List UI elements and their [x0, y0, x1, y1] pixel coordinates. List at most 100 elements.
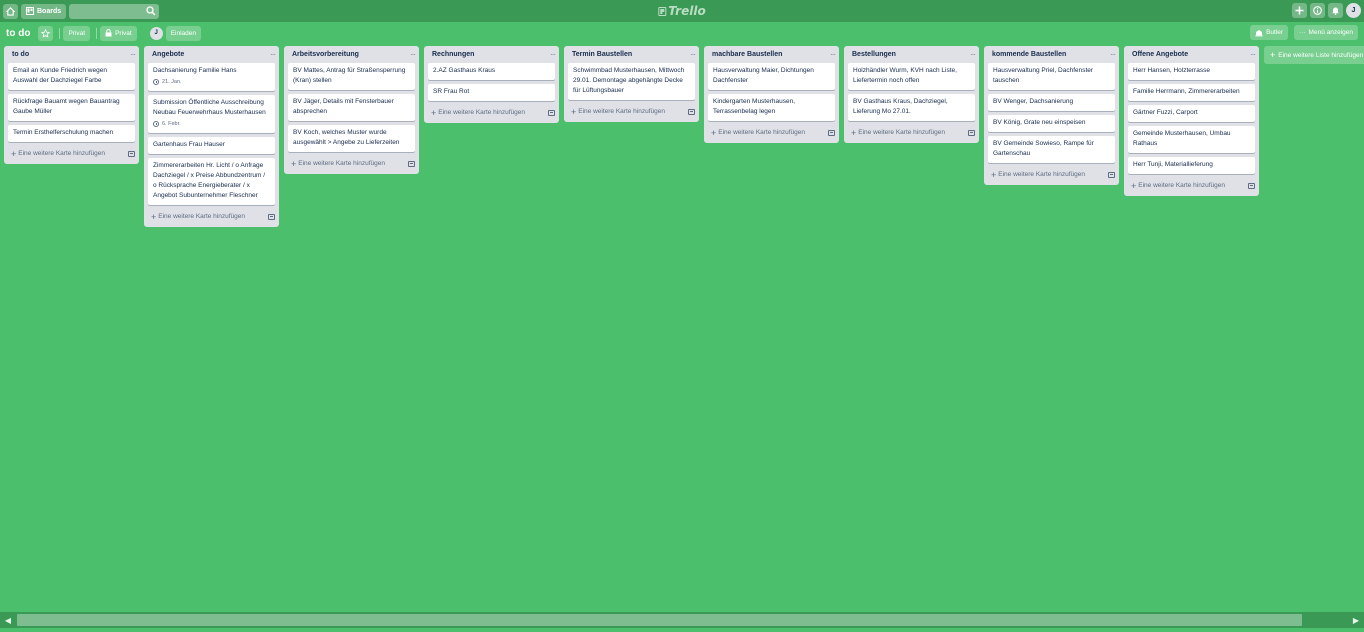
list-title[interactable]: machbare Baustellen — [712, 51, 782, 58]
list-title[interactable]: kommende Baustellen — [992, 51, 1066, 58]
card[interactable]: Herr Hansen, Holzterrasse — [1128, 63, 1255, 80]
list-title[interactable]: Rechnungen — [432, 51, 474, 58]
card[interactable]: Submission Öffentliche Ausschreibung Neu… — [148, 95, 275, 133]
card-template-icon[interactable] — [268, 213, 275, 220]
card[interactable]: Familie Herrmann, Zimmererarbeiten — [1128, 84, 1255, 101]
card[interactable]: Email an Kunde Friedrich wegen Auswahl d… — [8, 63, 135, 90]
trello-logo[interactable]: Trello — [658, 4, 706, 18]
privacy-button[interactable]: Privat — [100, 25, 137, 41]
list-title[interactable]: Arbeitsvorbereitung — [292, 51, 359, 58]
list[interactable]: Bestellungen ··· Holzhändler Wurm, KVH nac… — [844, 46, 979, 143]
card[interactable]: 2.AZ Gasthaus Kraus — [428, 63, 555, 80]
user-avatar[interactable]: J — [1346, 3, 1361, 18]
add-card-button[interactable]: + Eine weitere Karte hinzufügen — [571, 107, 665, 117]
list-title[interactable]: Angebote — [152, 51, 184, 58]
add-card-button[interactable]: + Eine weitere Karte hinzufügen — [711, 128, 805, 138]
list[interactable]: Offene Angebote ··· Herr Hansen, Holzterra… — [1124, 46, 1259, 196]
list[interactable]: Arbeitsvorbereitung ··· BV Mattes, Antrag … — [284, 46, 419, 174]
info-button[interactable] — [1310, 3, 1325, 18]
card-template-icon[interactable] — [128, 150, 135, 157]
star-button[interactable] — [38, 25, 54, 41]
card[interactable]: BV Gasthaus Kraus, Dachziegel, Lieferung… — [848, 94, 975, 121]
list[interactable]: Termin Baustellen ··· Schwimmbad Musterhau… — [564, 46, 699, 122]
card[interactable]: Gärtner Fuzzi, Carport — [1128, 105, 1255, 122]
show-menu-label: Menü anzeigen — [1308, 29, 1353, 36]
card[interactable]: BV König, Grate neu einspeisen — [988, 115, 1115, 132]
trello-logo-text: Trello — [668, 4, 706, 18]
add-list-button[interactable]: + Eine weitere Liste hinzufügen — [1264, 46, 1364, 64]
home-button[interactable] — [3, 3, 18, 19]
list-menu-icon[interactable]: ··· — [970, 50, 976, 59]
list-menu-icon[interactable]: ··· — [1110, 50, 1116, 59]
list-menu-icon[interactable]: ··· — [130, 50, 136, 59]
card[interactable]: Gemeinde Musterhausen, Umbau Rathaus — [1128, 126, 1255, 153]
card[interactable]: Herr Tunji, Materiallieferung — [1128, 157, 1255, 174]
card[interactable]: Kindergarten Musterhausen, Terrassenbela… — [708, 94, 835, 121]
card[interactable]: Hausverwaltung Maier, Dichtungen Dachfen… — [708, 63, 835, 90]
list[interactable]: kommende Baustellen ··· Hausverwaltung Pri… — [984, 46, 1119, 185]
add-card-button[interactable]: + Eine weitere Karte hinzufügen — [151, 212, 245, 222]
card[interactable]: Dachsanierung Familie Hans 21. Jan. — [148, 63, 275, 91]
add-card-button[interactable]: + Eine weitere Karte hinzufügen — [1131, 181, 1225, 191]
invite-button[interactable]: Einladen — [165, 25, 201, 41]
plus-icon: + — [1131, 180, 1137, 191]
card-template-icon[interactable] — [828, 129, 835, 136]
list[interactable]: Angebote ··· Dachsanierung Familie Hans 21.… — [144, 46, 279, 227]
plus-icon: + — [151, 211, 157, 222]
scroll-left-arrow-icon[interactable]: ◀ — [0, 612, 16, 628]
list[interactable]: to do ··· Email an Kunde Friedrich wegen A… — [4, 46, 139, 164]
list-menu-icon[interactable]: ··· — [410, 50, 416, 59]
notifications-button[interactable] — [1328, 3, 1343, 18]
horizontal-scrollbar[interactable]: ◀ ▶ — [0, 612, 1364, 628]
card-template-icon[interactable] — [548, 109, 555, 116]
boards-button[interactable]: Boards — [21, 3, 67, 19]
list-menu-icon[interactable]: ··· — [270, 50, 276, 59]
card-template-icon[interactable] — [1248, 182, 1255, 189]
card[interactable]: Rückfrage Bauamt wegen Bauantrag Gaube M… — [8, 94, 135, 121]
scrollbar-track[interactable] — [16, 613, 1348, 627]
card[interactable]: Hausverwaltung Priel, Dachfenster tausch… — [988, 63, 1115, 90]
add-card-label: Eine weitere Karte hinzufügen — [1138, 182, 1225, 189]
list[interactable]: machbare Baustellen ··· Hausverwaltung Mai… — [704, 46, 839, 143]
list-menu-icon[interactable]: ··· — [690, 50, 696, 59]
add-card-button[interactable]: + Eine weitere Karte hinzufügen — [851, 128, 945, 138]
scrollbar-thumb[interactable] — [17, 614, 1302, 626]
list-title[interactable]: Offene Angebote — [1132, 51, 1188, 58]
list-menu-icon[interactable]: ··· — [550, 50, 556, 59]
card[interactable]: BV Mattes, Antrag für Straßensperrung (K… — [288, 63, 415, 90]
list[interactable]: Rechnungen ··· 2.AZ Gasthaus Kraus SR Frau … — [424, 46, 559, 123]
add-card-button[interactable]: + Eine weitere Karte hinzufügen — [991, 170, 1085, 180]
card-template-icon[interactable] — [408, 160, 415, 167]
card-template-icon[interactable] — [968, 129, 975, 136]
add-card-row: + Eine weitere Karte hinzufügen — [708, 125, 835, 140]
scroll-right-arrow-icon[interactable]: ▶ — [1348, 612, 1364, 628]
card[interactable]: Holzhändler Wurm, KVH nach Liste, Liefer… — [848, 63, 975, 90]
card[interactable]: BV Wenger, Dachsanierung — [988, 94, 1115, 111]
member-avatar[interactable]: J — [149, 26, 163, 40]
card[interactable]: BV Koch, welches Muster wurde ausgewählt… — [288, 125, 415, 152]
card[interactable]: BV Gemeinde Sowieso, Rampe für Gartensch… — [988, 136, 1115, 163]
list-menu-icon[interactable]: ··· — [1250, 50, 1256, 59]
list-title[interactable]: to do — [12, 51, 29, 58]
list-title[interactable]: Termin Baustellen — [572, 51, 632, 58]
butler-button[interactable]: Butler — [1250, 25, 1289, 40]
board-title[interactable]: to do — [6, 28, 30, 39]
add-card-button[interactable]: + Eine weitere Karte hinzufügen — [291, 159, 385, 169]
card[interactable]: Schwimmbad Musterhausen, Mittwoch 29.01.… — [568, 63, 695, 100]
card-template-icon[interactable] — [688, 108, 695, 115]
search-field[interactable] — [69, 3, 160, 19]
list-menu-icon[interactable]: ··· — [830, 50, 836, 59]
add-card-button[interactable]: + Eine weitere Karte hinzufügen — [431, 108, 525, 118]
add-card-button[interactable]: + Eine weitere Karte hinzufügen — [11, 149, 105, 159]
card[interactable]: Termin Ersthelferschulung machen — [8, 125, 135, 142]
create-button[interactable] — [1292, 3, 1307, 18]
card[interactable]: Zimmererarbeiten Hr. Licht / o Anfrage D… — [148, 158, 275, 205]
card[interactable]: Gartenhaus Frau Hauser — [148, 137, 275, 154]
card-template-icon[interactable] — [1108, 171, 1115, 178]
list-title[interactable]: Bestellungen — [852, 51, 896, 58]
card[interactable]: SR Frau Rot — [428, 84, 555, 101]
show-menu-button[interactable]: ··· Menü anzeigen — [1294, 25, 1358, 40]
search-icon[interactable] — [146, 5, 156, 16]
team-visibility-button[interactable]: Privat — [63, 25, 91, 41]
card[interactable]: BV Jäger, Details mit Fensterbauer abspr… — [288, 94, 415, 121]
